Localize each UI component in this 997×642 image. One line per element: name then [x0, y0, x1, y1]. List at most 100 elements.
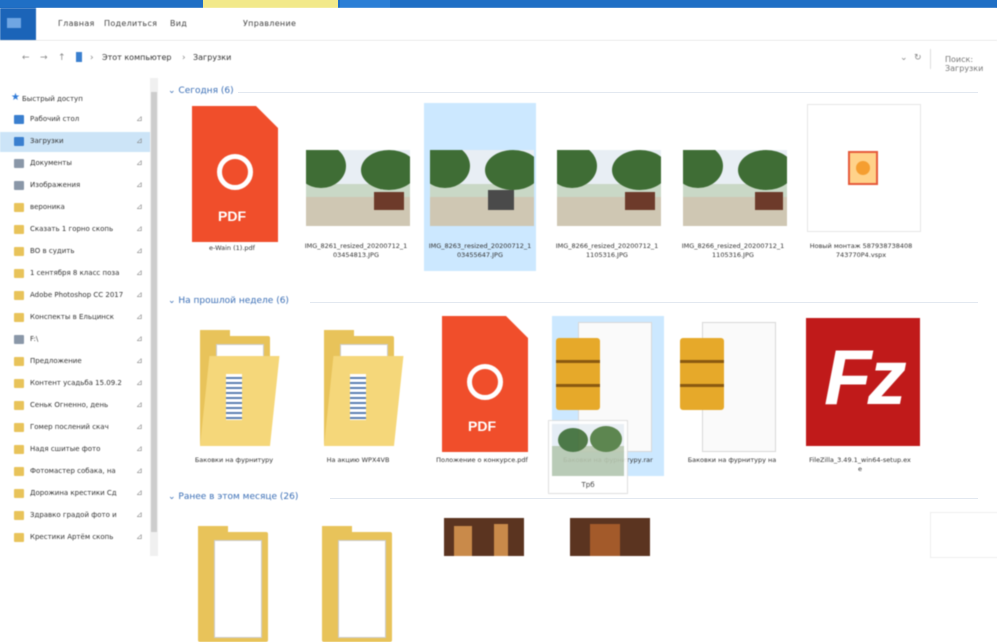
pin-icon[interactable]: ⊿: [136, 510, 143, 519]
file-tile[interactable]: IMG_8266_resized_20200712_11105316.JPG: [677, 100, 789, 270]
folder-icon[interactable]: [198, 526, 268, 642]
breadcrumb-downloads[interactable]: Загрузки: [193, 53, 231, 62]
group-header-today[interactable]: ⌄ Сегодня (6): [168, 86, 234, 96]
pin-icon[interactable]: ⊿: [136, 290, 143, 299]
pictures-icon: [14, 181, 24, 190]
documents-icon: [14, 159, 24, 168]
divider: [330, 498, 978, 499]
pin-icon[interactable]: ⊿: [136, 312, 143, 321]
pdf-icon: PDF: [192, 106, 278, 242]
folder-icon: [14, 313, 24, 322]
sidebar-item[interactable]: Здравко градой фото и ⊿: [0, 506, 150, 526]
scrollbar-thumb[interactable]: [151, 92, 157, 532]
pin-icon[interactable]: ⊿: [136, 466, 143, 475]
pin-icon[interactable]: ⊿: [136, 356, 143, 365]
pin-icon[interactable]: ⊿: [136, 158, 143, 167]
sidebar-scrollbar[interactable]: [150, 78, 158, 556]
address-bar: ← → ↑ › Этот компьютер › Загрузки ⌄ ↻ По…: [0, 41, 997, 73]
sidebar-item[interactable]: Фотомастер собака, на ⊿: [0, 462, 150, 482]
archive-icon: [556, 338, 600, 410]
folder-icon: [14, 379, 24, 388]
file-tile[interactable]: IMG_8261_resized_20200712_103454813.JPG: [300, 100, 412, 270]
pin-icon[interactable]: ⊿: [136, 224, 143, 233]
pin-icon[interactable]: ⊿: [136, 114, 143, 123]
pin-icon[interactable]: ⊿: [136, 246, 143, 255]
file-tab[interactable]: [0, 8, 36, 40]
sidebar-item[interactable]: вероника ⊿: [0, 198, 150, 218]
navigation-pane: ★ Быстрый доступ Рабочий стол ⊿ Загрузки ⊿ Д…: [0, 78, 158, 556]
chevron-right-icon: ›: [90, 53, 94, 63]
sidebar-item[interactable]: Рабочий стол ⊿: [0, 110, 150, 130]
file-tile[interactable]: PDF e-Wain (1).pdf: [176, 100, 288, 270]
sidebar-item[interactable]: Крестики Артём скопь ⊿: [0, 528, 150, 548]
sidebar-item[interactable]: Сказать 1 горно скопь ⊿: [0, 220, 150, 240]
pin-icon[interactable]: ⊿: [136, 444, 143, 453]
sidebar-item[interactable]: Adobe Photoshop CC 2017 ⊿: [0, 286, 150, 306]
context-tab-strip: [203, 0, 338, 8]
sidebar-item[interactable]: F:\ ⊿: [0, 330, 150, 350]
forward-icon[interactable]: →: [40, 53, 48, 63]
sidebar-item[interactable]: Контент усадьба 15.09.2 ⊿: [0, 374, 150, 394]
up-icon[interactable]: ↑: [58, 53, 66, 63]
file-name: Баковки на фурнитуру на: [687, 456, 777, 464]
file-name: Баковки на фурнитуру: [194, 456, 274, 464]
folder-tile[interactable]: Баковки на фурнитуру: [178, 316, 290, 476]
pin-icon[interactable]: ⊿: [136, 378, 143, 387]
sidebar-item[interactable]: Предложение ⊿: [0, 352, 150, 372]
group-title: Сегодня (6): [178, 86, 234, 96]
sidebar-item[interactable]: Гомер послений скач ⊿: [0, 418, 150, 438]
group-header-last-week[interactable]: ⌄ На прошлой неделе (6): [168, 296, 289, 306]
sidebar-item[interactable]: Сеньк Огненно, день ⊿: [0, 396, 150, 416]
pin-icon[interactable]: ⊿: [136, 532, 143, 541]
sidebar-item[interactable]: ВО в судить ⊿: [0, 242, 150, 262]
tab-view[interactable]: Вид: [170, 19, 187, 28]
pdf-icon: PDF: [442, 316, 528, 452]
sidebar-item-label: Загрузки: [30, 137, 64, 145]
dropdown-icon[interactable]: ⌄: [900, 53, 908, 63]
file-tile[interactable]: PDF Положение о конкурсе.pdf: [426, 316, 538, 486]
sidebar-item[interactable]: Дорожина крестики Сд ⊿: [0, 484, 150, 504]
group-header-earlier[interactable]: ⌄ Ранее в этом месяце (26): [168, 492, 298, 502]
search-input[interactable]: Поиск: Загрузки: [930, 49, 997, 73]
file-tile[interactable]: Fz FileZilla_3.49.1_win64-setup.exe: [804, 316, 920, 486]
back-icon[interactable]: ←: [22, 53, 30, 63]
folder-icon: [14, 511, 24, 520]
pin-icon[interactable]: ⊿: [136, 334, 143, 343]
archive-icon: [680, 338, 724, 410]
sidebar-item[interactable]: Надя сшитые фото ⊿: [0, 440, 150, 460]
tab-home[interactable]: Главная: [58, 19, 95, 28]
file-tile[interactable]: Новый монтаж 587938738408 743770P4.vspx: [805, 100, 921, 286]
folder-icon: [14, 357, 24, 366]
file-name: IMG_8266_resized_20200712_11105316.JPG: [555, 242, 659, 259]
pin-icon[interactable]: ⊿: [136, 202, 143, 211]
file-tile[interactable]: Баковки на фурнитуру на: [676, 316, 788, 476]
sidebar-item[interactable]: Документы ⊿: [0, 154, 150, 174]
folder-icon: [14, 225, 24, 234]
pin-icon[interactable]: ⊿: [136, 136, 143, 145]
pin-icon[interactable]: ⊿: [136, 268, 143, 277]
project-file-icon: [807, 104, 921, 232]
sidebar-item[interactable]: Изображения ⊿: [0, 176, 150, 196]
folder-icon: [14, 533, 24, 542]
breadcrumb-this-pc[interactable]: Этот компьютер: [102, 53, 171, 62]
file-name: IMG_8261_resized_20200712_103454813.JPG: [304, 242, 408, 259]
sidebar-item[interactable]: 1 сентября 8 класс поза ⊿: [0, 264, 150, 284]
chevron-right-icon: ›: [182, 53, 186, 63]
tab-share[interactable]: Поделиться: [104, 19, 157, 28]
folder-icon[interactable]: [322, 526, 392, 642]
pin-icon[interactable]: ⊿: [136, 180, 143, 189]
image-thumbnail[interactable]: [444, 518, 524, 556]
tab-manage[interactable]: Управление: [243, 19, 296, 28]
quick-access[interactable]: ★ Быстрый доступ: [0, 90, 150, 110]
sidebar-item[interactable]: Загрузки ⊿: [0, 132, 150, 152]
folder-tile[interactable]: На акцию WPX4VB: [302, 316, 414, 476]
pin-icon[interactable]: ⊿: [136, 400, 143, 409]
file-tile[interactable]: IMG_8266_resized_20200712_11105316.JPG: [551, 100, 663, 270]
pin-icon[interactable]: ⊿: [136, 422, 143, 431]
sidebar-item[interactable]: Конспекты в Ельцинск ⊿: [0, 308, 150, 328]
sidebar-item-label: ВО в судить: [30, 247, 75, 255]
refresh-icon[interactable]: ↻: [914, 53, 922, 63]
pin-icon[interactable]: ⊿: [136, 488, 143, 497]
file-tile-selected[interactable]: IMG_8263_resized_20200712_103455647.JPG: [424, 103, 536, 271]
image-thumbnail[interactable]: [570, 518, 650, 556]
